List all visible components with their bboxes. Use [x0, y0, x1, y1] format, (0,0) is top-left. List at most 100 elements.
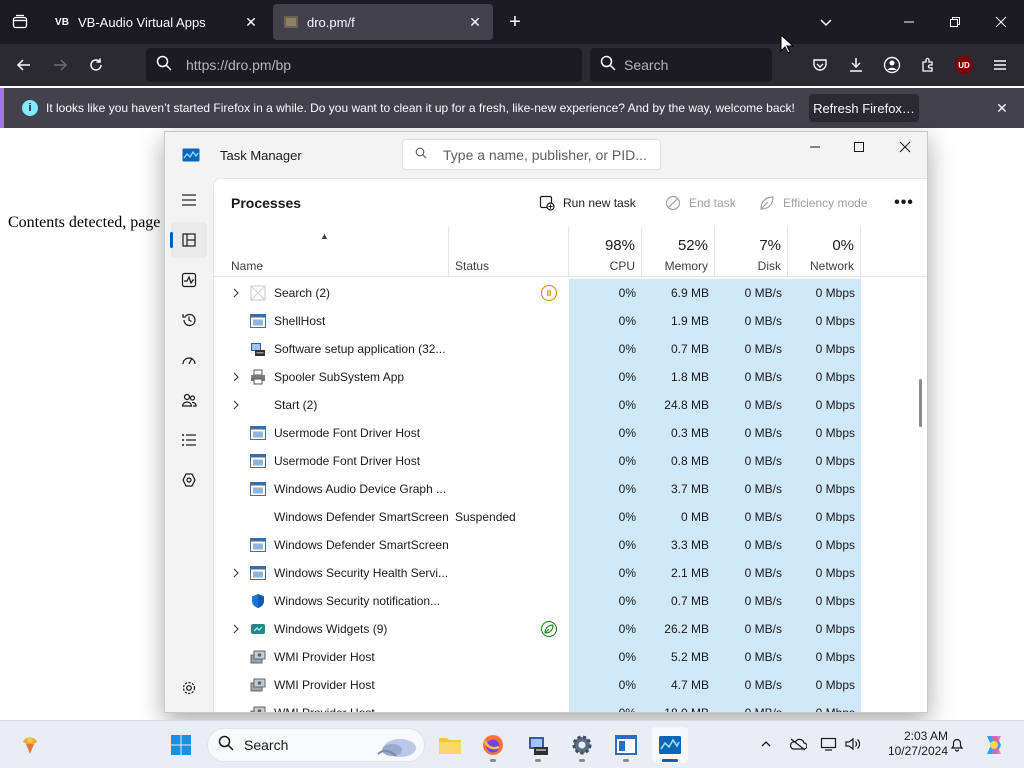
scrollbar-thumb[interactable] — [919, 379, 922, 427]
copilot-icon[interactable] — [976, 727, 1012, 763]
task-manager-taskbar-icon[interactable] — [652, 727, 688, 763]
extensions-puzzle-icon[interactable] — [912, 49, 944, 81]
close-notification-icon[interactable]: ✕ — [992, 98, 1012, 118]
downloads-icon[interactable] — [840, 49, 872, 81]
table-row[interactable]: Search (2) II 0% 6.9 MB 0 MB/s 0 Mbps — [214, 279, 914, 307]
app-window-taskbar-icon[interactable] — [608, 727, 644, 763]
app-history-tab-icon[interactable] — [171, 302, 207, 338]
table-row[interactable]: Windows Defender SmartScreen Suspended 0% 0… — [214, 503, 914, 531]
table-row[interactable]: Windows Security Health Servi... 0% 2.1 MB… — [214, 559, 914, 587]
pocket-icon[interactable] — [804, 49, 836, 81]
process-network-cell: 0 Mbps — [788, 335, 861, 363]
restore-icon[interactable] — [932, 0, 978, 44]
taskbar-search-box[interactable]: Search — [207, 728, 425, 762]
search-icon — [156, 55, 172, 76]
process-search-input[interactable]: Type a name, publisher, or PID... — [402, 139, 661, 170]
close-tab-icon[interactable]: ✕ — [243, 14, 259, 30]
column-header-cpu[interactable]: 98% CPU — [569, 227, 642, 277]
table-row[interactable]: WMI Provider Host 0% 4.7 MB 0 MB/s 0 Mbps — [214, 671, 914, 699]
services-tab-icon[interactable] — [171, 462, 207, 498]
processes-tab-icon[interactable] — [170, 222, 207, 258]
settings-gear-icon[interactable] — [171, 670, 207, 706]
table-row[interactable]: Spooler SubSystem App 0% 1.8 MB 0 MB/s 0 Mbp… — [214, 363, 914, 391]
process-name-cell: Windows Security Health Servi... — [228, 559, 449, 587]
process-cpu-cell: 0% — [569, 335, 642, 363]
forward-arrow-icon[interactable] — [44, 49, 76, 81]
address-bar[interactable]: https://dro.pm/bp — [146, 48, 582, 82]
column-header-network[interactable]: 0% Network — [788, 227, 861, 277]
process-disk-cell: 0 MB/s — [715, 475, 788, 503]
run-new-task-button[interactable]: Run new task — [539, 191, 636, 215]
volume-speaker-icon[interactable] — [842, 733, 864, 755]
new-tab-plus-icon[interactable]: + — [503, 10, 527, 34]
maximize-icon[interactable] — [836, 132, 882, 162]
browser-tab-dro-pm[interactable]: dro.pm/f ✕ — [273, 4, 493, 40]
close-window-icon[interactable] — [882, 132, 927, 162]
firefox-view-icon[interactable] — [0, 0, 40, 44]
close-tab-icon[interactable]: ✕ — [467, 14, 483, 30]
table-row[interactable]: WMI Provider Host 0% 5.2 MB 0 MB/s 0 Mbps — [214, 643, 914, 671]
startup-apps-tab-icon[interactable] — [171, 342, 207, 378]
network-display-icon[interactable] — [818, 733, 840, 755]
column-header-disk[interactable]: 7% Disk — [715, 227, 788, 277]
minimize-icon[interactable] — [886, 0, 932, 44]
users-tab-icon[interactable] — [171, 382, 207, 418]
expand-chevron-icon[interactable] — [228, 568, 244, 578]
process-name: Usermode Font Driver Host — [274, 426, 421, 440]
expand-chevron-icon[interactable] — [228, 372, 244, 382]
expand-chevron-icon[interactable] — [228, 624, 244, 634]
table-row[interactable]: WMI Provider Host 0% 18.0 MB 0 MB/s 0 Mbps — [214, 699, 914, 713]
reload-icon[interactable] — [80, 49, 112, 81]
process-status-cell — [455, 559, 569, 587]
blank-process-icon — [250, 509, 266, 525]
start-windows-logo-icon[interactable] — [163, 727, 199, 763]
performance-tab-icon[interactable] — [171, 262, 207, 298]
list-all-tabs-chevron-icon[interactable] — [814, 10, 838, 34]
table-row[interactable]: Windows Audio Device Graph ... 0% 3.7 MB 0 … — [214, 475, 914, 503]
table-row[interactable]: Windows Security notification... 0% 0.7 MB… — [214, 587, 914, 615]
process-network-cell: 0 Mbps — [788, 391, 861, 419]
table-row[interactable]: Windows Defender SmartScreen 0% 3.3 MB 0 MB… — [214, 531, 914, 559]
efficiency-mode-button[interactable]: Efficiency mode — [759, 191, 868, 215]
column-header-status[interactable]: Status — [449, 227, 569, 277]
expand-chevron-icon[interactable] — [228, 288, 244, 298]
browser-tab-vb-audio[interactable]: VB VB-Audio Virtual Apps ✕ — [44, 4, 269, 40]
file-explorer-icon[interactable] — [432, 727, 468, 763]
notification-bell-icon[interactable] — [946, 733, 968, 755]
table-row[interactable]: Usermode Font Driver Host 0% 0.8 MB 0 MB/s 0… — [214, 447, 914, 475]
expand-chevron-icon[interactable] — [228, 400, 244, 410]
account-icon[interactable] — [876, 49, 908, 81]
table-row[interactable]: Windows Widgets (9) 0% 26.2 MB 0 MB/s 0 Mbps — [214, 615, 914, 643]
process-network-cell: 0 Mbps — [788, 699, 861, 712]
column-header-memory[interactable]: 52% Memory — [642, 227, 715, 277]
table-row[interactable]: Start (2) 0% 24.8 MB 0 MB/s 0 Mbps — [214, 391, 914, 419]
table-row[interactable]: Software setup application (32... 0% 0.7 M… — [214, 335, 914, 363]
close-window-icon[interactable] — [978, 0, 1024, 44]
hamburger-menu-icon[interactable] — [984, 49, 1016, 81]
system-clock[interactable]: 2:03 AM 10/27/2024 — [872, 729, 948, 759]
more-options-icon[interactable]: ••• — [892, 191, 916, 215]
hamburger-menu-icon[interactable] — [171, 182, 207, 218]
browser-search-box[interactable]: Search — [590, 48, 772, 82]
refresh-firefox-button[interactable]: Refresh Firefox… — [809, 94, 919, 122]
column-headers: ▲ Name Status 98% CPU 52% Memory 7% Disk — [214, 227, 927, 277]
firefox-taskbar-icon[interactable] — [475, 727, 511, 763]
printer-icon — [250, 369, 266, 385]
process-name: WMI Provider Host — [274, 706, 375, 713]
settings-gear-taskbar-icon[interactable] — [564, 727, 600, 763]
setup-app-taskbar-icon[interactable] — [520, 727, 556, 763]
minimize-icon[interactable] — [792, 132, 838, 162]
end-task-button[interactable]: End task — [665, 191, 736, 215]
show-hidden-icons-chevron-icon[interactable] — [755, 733, 777, 755]
details-tab-icon[interactable] — [171, 422, 207, 458]
ublock-extension-icon[interactable]: UD — [948, 49, 980, 81]
weather-widget-icon[interactable] — [12, 727, 48, 763]
onedrive-cloud-icon[interactable] — [787, 733, 809, 755]
back-arrow-icon[interactable] — [8, 49, 40, 81]
process-disk-cell: 0 MB/s — [715, 279, 788, 307]
table-row[interactable]: ShellHost 0% 1.9 MB 0 MB/s 0 Mbps — [214, 307, 914, 335]
process-status-cell — [455, 671, 569, 699]
column-header-name[interactable]: ▲ Name — [214, 227, 449, 277]
process-name-cell: Usermode Font Driver Host — [228, 447, 449, 475]
table-row[interactable]: Usermode Font Driver Host 0% 0.3 MB 0 MB/s 0… — [214, 419, 914, 447]
